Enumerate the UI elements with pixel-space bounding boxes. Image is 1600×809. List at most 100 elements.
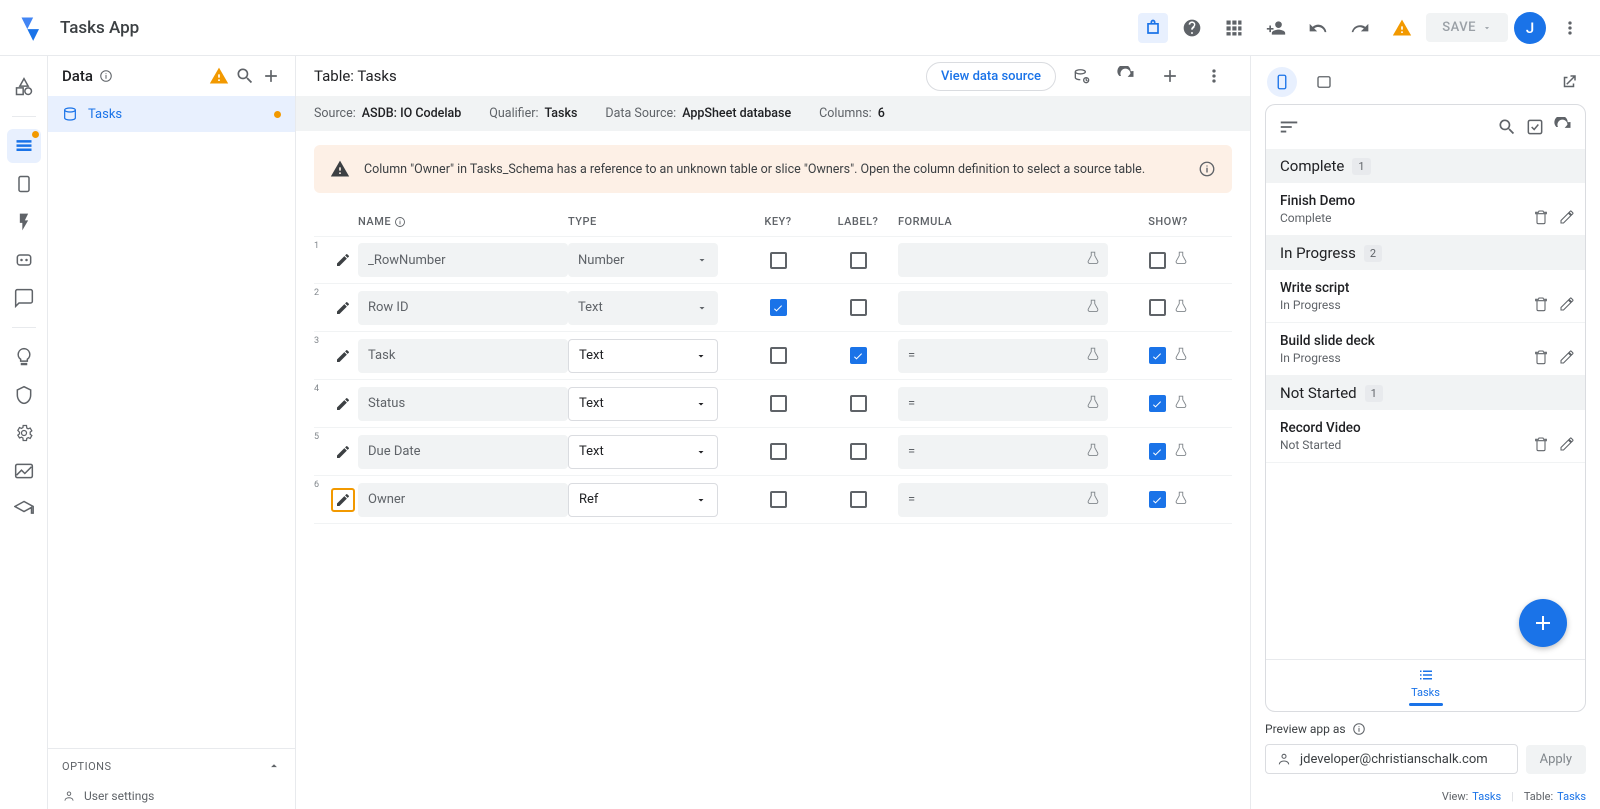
delete-icon[interactable] (1533, 296, 1549, 316)
device-tablet-button[interactable] (1309, 67, 1339, 97)
label-checkbox[interactable] (850, 395, 867, 412)
formula-input[interactable]: = (898, 435, 1108, 469)
device-phone-button[interactable] (1267, 67, 1297, 97)
key-checkbox[interactable] (770, 395, 787, 412)
column-type-select[interactable]: Text (568, 339, 718, 373)
delete-icon[interactable] (1533, 436, 1549, 456)
label-checkbox[interactable] (850, 443, 867, 460)
nav-actions[interactable] (7, 205, 41, 239)
edit-icon[interactable] (1559, 296, 1575, 316)
label-checkbox[interactable] (850, 299, 867, 316)
formula-input[interactable]: = (898, 387, 1108, 421)
edit-icon[interactable] (1559, 209, 1575, 229)
group-header[interactable]: Complete1 (1266, 149, 1585, 183)
column-name-input[interactable]: _RowNumber (358, 243, 568, 277)
key-checkbox[interactable] (770, 443, 787, 460)
label-checkbox[interactable] (850, 347, 867, 364)
search-icon[interactable] (235, 66, 255, 86)
add-table-icon[interactable] (261, 66, 281, 86)
sidebar-warning-icon[interactable] (209, 66, 229, 86)
show-checkbox[interactable] (1149, 443, 1166, 460)
nav-manage[interactable] (7, 454, 41, 488)
label-checkbox[interactable] (850, 252, 867, 269)
task-item[interactable]: Finish DemoComplete (1266, 183, 1585, 236)
edit-icon[interactable] (1559, 436, 1575, 456)
edit-icon[interactable] (1559, 349, 1575, 369)
avatar[interactable]: J (1514, 12, 1546, 44)
show-checkbox[interactable] (1149, 491, 1166, 508)
fab-add-button[interactable] (1519, 599, 1567, 647)
show-checkbox[interactable] (1149, 395, 1166, 412)
add-user-icon[interactable] (1258, 10, 1294, 46)
open-external-icon[interactable] (1554, 67, 1584, 97)
edit-column-button[interactable] (331, 440, 355, 464)
grid-icon[interactable] (1216, 10, 1252, 46)
key-checkbox[interactable] (770, 252, 787, 269)
column-name-input[interactable]: Owner (358, 483, 568, 517)
add-column-icon[interactable] (1152, 58, 1188, 94)
more-icon[interactable] (1552, 10, 1588, 46)
nav-learn[interactable] (7, 492, 41, 526)
key-checkbox[interactable] (770, 491, 787, 508)
formula-input[interactable] (898, 243, 1108, 277)
delete-icon[interactable] (1533, 349, 1549, 369)
column-type-select[interactable]: Text (568, 435, 718, 469)
nav-views[interactable] (7, 167, 41, 201)
edit-column-button[interactable] (331, 344, 355, 368)
preview-table-link[interactable]: Tasks (1557, 790, 1586, 803)
nav-chat[interactable] (7, 281, 41, 315)
column-type-select[interactable]: Ref (568, 483, 718, 517)
show-checkbox[interactable] (1149, 347, 1166, 364)
warning-icon[interactable] (1384, 10, 1420, 46)
info-icon[interactable] (99, 69, 113, 83)
column-name-input[interactable]: Due Date (358, 435, 568, 469)
help-icon[interactable] (1174, 10, 1210, 46)
key-checkbox[interactable] (770, 347, 787, 364)
column-type-select[interactable]: Number (568, 243, 718, 277)
sort-icon[interactable] (1278, 116, 1300, 138)
save-button[interactable]: SAVE (1426, 13, 1508, 42)
group-header[interactable]: In Progress2 (1266, 236, 1585, 270)
formula-input[interactable]: = (898, 483, 1108, 517)
warning-info-icon[interactable] (1198, 160, 1216, 178)
redo-icon[interactable] (1342, 10, 1378, 46)
preview-email-input[interactable]: jdeveloper@christianschalk.com (1265, 744, 1518, 774)
apply-button[interactable]: Apply (1526, 745, 1586, 774)
nav-data[interactable] (7, 129, 41, 163)
nav-app[interactable] (7, 70, 41, 104)
show-checkbox[interactable] (1149, 252, 1166, 269)
info-icon[interactable] (394, 216, 406, 228)
view-data-source-button[interactable]: View data source (926, 62, 1056, 91)
preview-view-link[interactable]: Tasks (1472, 790, 1501, 803)
delete-icon[interactable] (1533, 209, 1549, 229)
column-name-input[interactable]: Status (358, 387, 568, 421)
info-icon[interactable] (1352, 722, 1366, 736)
sidebar-item-tasks[interactable]: Tasks (48, 96, 295, 132)
share-app-icon[interactable] (1138, 13, 1168, 43)
key-checkbox[interactable] (770, 299, 787, 316)
edit-column-button[interactable] (331, 392, 355, 416)
regenerate-icon[interactable] (1064, 58, 1100, 94)
formula-input[interactable]: = (898, 339, 1108, 373)
nav-security[interactable] (7, 378, 41, 412)
user-settings-row[interactable]: User settings (48, 783, 295, 809)
select-all-icon[interactable] (1525, 117, 1545, 137)
edit-column-button[interactable] (331, 248, 355, 272)
column-type-select[interactable]: Text (568, 387, 718, 421)
edit-column-button[interactable] (331, 296, 355, 320)
label-checkbox[interactable] (850, 491, 867, 508)
column-name-input[interactable]: Row ID (358, 291, 568, 325)
phone-bottom-nav[interactable]: Tasks (1266, 659, 1585, 711)
nav-settings[interactable] (7, 416, 41, 450)
options-toggle[interactable]: OPTIONS (48, 749, 295, 783)
undo-icon[interactable] (1300, 10, 1336, 46)
column-type-select[interactable]: Text (568, 291, 718, 325)
nav-intelligence[interactable] (7, 340, 41, 374)
phone-search-icon[interactable] (1497, 117, 1517, 137)
refresh-icon[interactable] (1108, 58, 1144, 94)
task-item[interactable]: Write scriptIn Progress (1266, 270, 1585, 323)
show-checkbox[interactable] (1149, 299, 1166, 316)
phone-refresh-icon[interactable] (1553, 117, 1573, 137)
task-item[interactable]: Record VideoNot Started (1266, 410, 1585, 463)
column-name-input[interactable]: Task (358, 339, 568, 373)
